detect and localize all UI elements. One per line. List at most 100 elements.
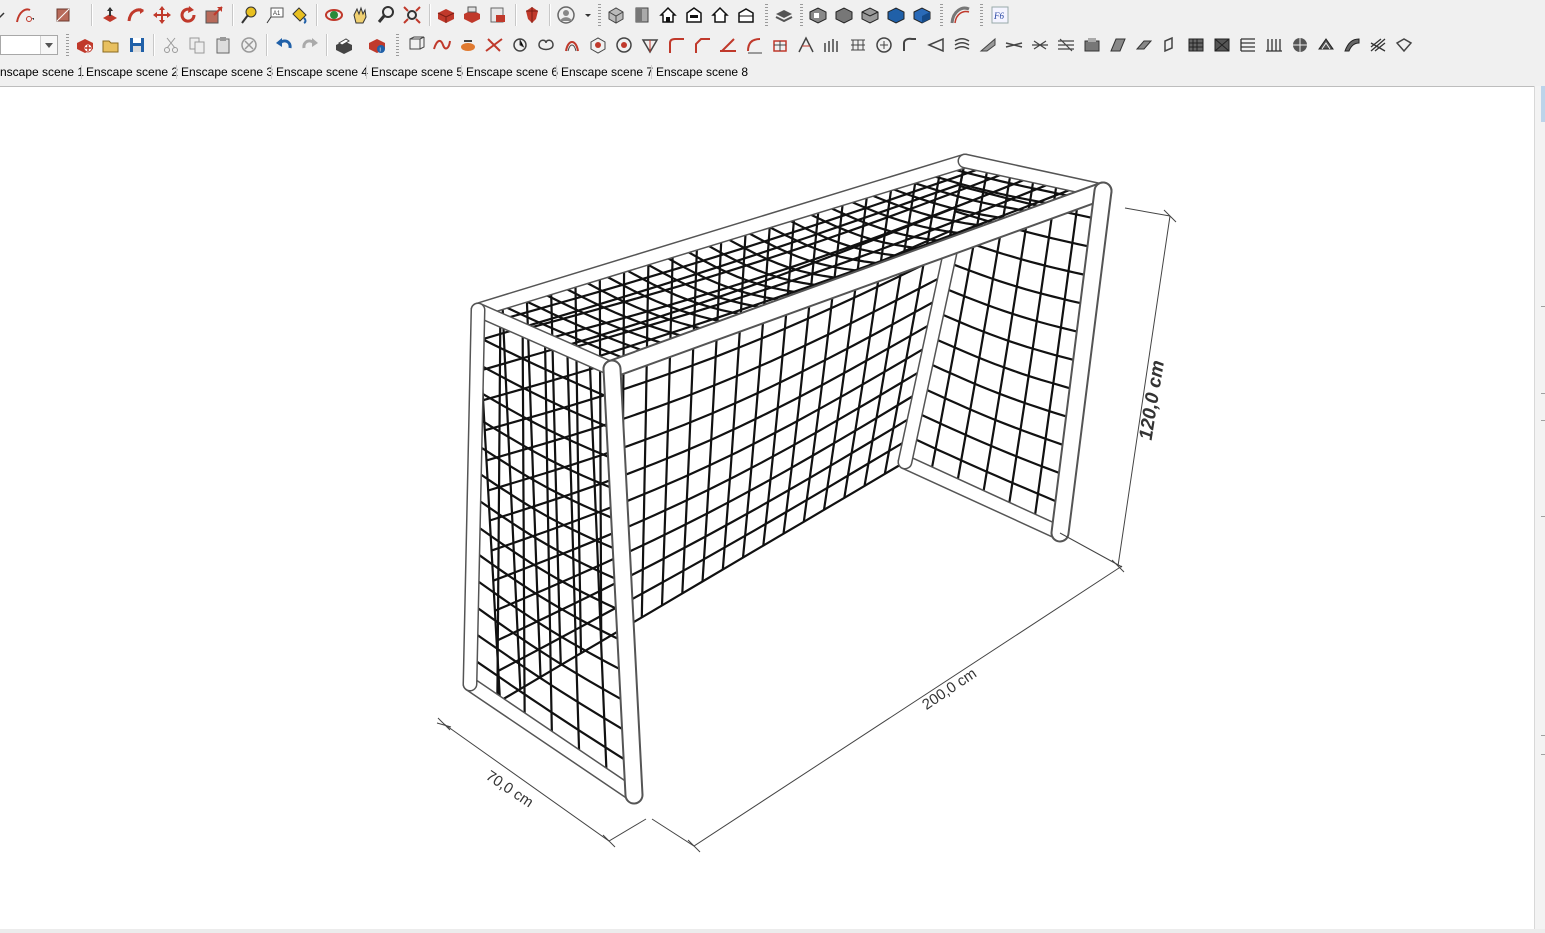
scene-tab-8[interactable]: Enscape scene 8 [656, 62, 748, 82]
scene-tab-3[interactable]: Enscape scene 3 [181, 62, 273, 82]
pan-icon[interactable] [350, 5, 370, 25]
trim-icon[interactable] [510, 35, 530, 55]
layers-icon[interactable] [774, 5, 794, 25]
back-edges-icon[interactable] [834, 5, 854, 25]
chevron-down-icon[interactable] [40, 36, 57, 54]
paint-bucket-icon[interactable] [289, 5, 309, 25]
shell-icon[interactable] [1134, 35, 1154, 55]
3d-warehouse-icon[interactable] [436, 5, 456, 25]
union-icon[interactable] [458, 35, 478, 55]
hatch-icon[interactable] [1238, 35, 1258, 55]
scene-tab-1[interactable]: nscape scene 1 [0, 62, 84, 82]
zoom-icon[interactable] [376, 5, 396, 25]
push-pull-icon[interactable] [100, 5, 120, 25]
sandbox-curve-icon[interactable] [950, 5, 970, 25]
round-corner-icon[interactable] [744, 35, 764, 55]
wireframe-icon[interactable] [860, 5, 880, 25]
right-view-icon[interactable] [684, 5, 704, 25]
surface-2-icon[interactable] [1342, 35, 1362, 55]
tape-measure-icon[interactable] [239, 5, 259, 25]
outer-shell-icon[interactable] [406, 35, 426, 55]
texture-icon[interactable] [1316, 35, 1336, 55]
chevron-down-icon[interactable] [578, 5, 591, 25]
share-model-icon[interactable] [488, 5, 508, 25]
bevel-icon[interactable] [718, 35, 738, 55]
iso-view-icon[interactable] [606, 5, 626, 25]
goal-model[interactable]: 120,0 cm 200,0 cm 70,0 cm [0, 87, 1534, 930]
svg-text:i: i [380, 48, 381, 54]
solid-4-icon[interactable] [588, 35, 608, 55]
solid-5-icon[interactable] [614, 35, 634, 55]
redo-icon[interactable] [300, 35, 320, 55]
surface-icon[interactable] [1186, 35, 1206, 55]
sweep-icon[interactable] [900, 35, 920, 55]
top-view-icon[interactable] [632, 5, 652, 25]
model-info-icon[interactable]: i [367, 35, 387, 55]
arc-dropdown-icon[interactable] [14, 5, 34, 25]
chamfer-icon[interactable] [692, 35, 712, 55]
xray-icon[interactable] [808, 5, 828, 25]
front-view-icon[interactable] [658, 5, 678, 25]
stair-icon[interactable] [822, 35, 842, 55]
layer-combo[interactable] [0, 35, 58, 55]
ruby-console-icon[interactable] [522, 5, 542, 25]
rail-icon[interactable] [848, 35, 868, 55]
right-panel-rail[interactable] [1534, 86, 1545, 933]
array-icon[interactable] [1082, 35, 1102, 55]
paste-icon[interactable] [213, 35, 233, 55]
save-icon[interactable] [127, 35, 147, 55]
scene-tab-7[interactable]: Enscape scene 7 [561, 62, 653, 82]
rotate-icon[interactable] [178, 5, 198, 25]
profile-icon[interactable] [926, 35, 946, 55]
mirror-icon[interactable] [1004, 35, 1024, 55]
quad-icon[interactable] [1212, 35, 1232, 55]
zoom-extents-icon[interactable] [402, 5, 422, 25]
loft-icon[interactable] [796, 35, 816, 55]
left-view-icon[interactable] [736, 5, 756, 25]
grid-2-icon[interactable] [1368, 35, 1388, 55]
align-icon[interactable] [1030, 35, 1050, 55]
shape-dropdown-icon[interactable] [54, 5, 74, 25]
intersect-icon[interactable] [432, 35, 452, 55]
scene-tab-6[interactable]: Enscape scene 6 [466, 62, 558, 82]
open-icon[interactable] [101, 35, 121, 55]
new-model-icon[interactable] [75, 35, 95, 55]
slice-icon[interactable] [1056, 35, 1076, 55]
line-dropdown-icon[interactable] [0, 5, 10, 25]
model-viewport[interactable]: 120,0 cm 200,0 cm 70,0 cm [0, 86, 1534, 930]
move-icon[interactable] [152, 5, 172, 25]
solid-6-icon[interactable] [640, 35, 660, 55]
orbit-icon[interactable] [324, 5, 344, 25]
curve-icon[interactable] [874, 35, 894, 55]
scene-tab-2[interactable]: Enscape scene 2 [86, 62, 178, 82]
grid-icon[interactable] [1290, 35, 1310, 55]
scene-tab-5[interactable]: Enscape scene 5 [371, 62, 463, 82]
solid-3-icon[interactable] [562, 35, 582, 55]
split-icon[interactable] [536, 35, 556, 55]
shaded-icon[interactable] [912, 5, 932, 25]
section-icon[interactable] [952, 35, 972, 55]
user-account-dropdown-icon[interactable] [556, 5, 576, 25]
cut-icon[interactable] [161, 35, 181, 55]
extrude-icon[interactable] [770, 35, 790, 55]
bars-icon[interactable] [1264, 35, 1284, 55]
undo-icon[interactable] [274, 35, 294, 55]
plugin-f6-icon[interactable]: F6 [990, 5, 1010, 25]
scale-icon[interactable] [204, 5, 224, 25]
stack-icon[interactable] [1108, 35, 1128, 55]
hidden-line-icon[interactable] [886, 5, 906, 25]
offset-icon[interactable] [1160, 35, 1180, 55]
text-label-icon[interactable]: A1 [265, 5, 285, 25]
back-view-icon[interactable] [710, 5, 730, 25]
extension-warehouse-icon[interactable] [462, 5, 482, 25]
scene-tab-4[interactable]: Enscape scene 4 [276, 62, 368, 82]
secondary-toolbar: i [0, 30, 1545, 60]
follow-me-icon[interactable] [126, 5, 146, 25]
box-icon[interactable] [1394, 35, 1414, 55]
subtract-icon[interactable] [484, 35, 504, 55]
copy-icon[interactable] [187, 35, 207, 55]
print-icon[interactable] [334, 35, 354, 55]
fillet-icon[interactable] [666, 35, 686, 55]
erase-icon[interactable] [239, 35, 259, 55]
flip-icon[interactable] [978, 35, 998, 55]
